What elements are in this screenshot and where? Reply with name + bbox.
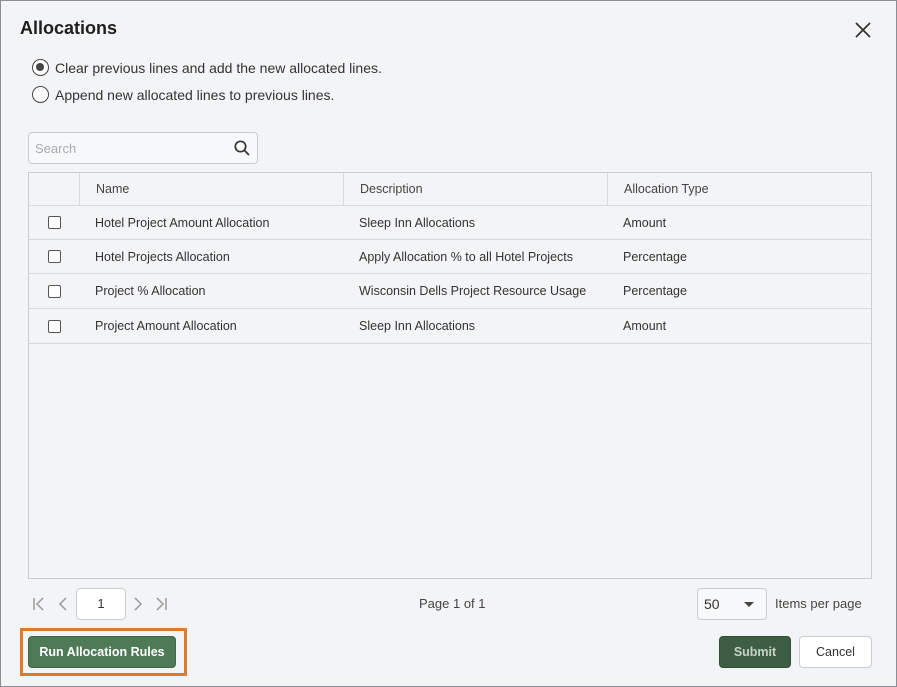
items-per-page-label: Items per page	[775, 596, 862, 611]
row-checkbox[interactable]	[47, 250, 61, 263]
table-row[interactable]: Project % Allocation Wisconsin Dells Pro…	[29, 274, 871, 309]
items-per-page-select[interactable]: 50	[697, 588, 767, 620]
row-allocation-type: Amount	[623, 319, 667, 333]
radio-option-append[interactable]: Append new allocated lines to previous l…	[32, 86, 334, 103]
row-name: Project % Allocation	[95, 284, 206, 298]
row-description: Wisconsin Dells Project Resource Usage	[359, 284, 587, 298]
radio-button-append[interactable]	[32, 86, 49, 103]
next-page-icon[interactable]	[129, 594, 147, 614]
close-icon[interactable]	[853, 20, 873, 40]
search-icon[interactable]	[233, 139, 251, 157]
row-checkbox[interactable]	[47, 284, 61, 298]
table-row[interactable]: Hotel Project Amount Allocation Sleep In…	[29, 206, 871, 240]
first-page-icon[interactable]	[30, 594, 48, 614]
table-row[interactable]: Project Amount Allocation Sleep Inn Allo…	[29, 309, 871, 344]
column-header-description[interactable]: Description	[343, 173, 607, 205]
row-checkbox[interactable]	[47, 216, 61, 229]
page-number-input[interactable]: 1	[76, 588, 126, 620]
radio-option-clear[interactable]: Clear previous lines and add the new all…	[32, 59, 382, 76]
pagination-bar: 1 Page 1 of 1 50 Items per page	[28, 588, 872, 620]
last-page-icon[interactable]	[152, 594, 170, 614]
row-name: Hotel Projects Allocation	[95, 249, 230, 264]
column-header-name[interactable]: Name	[79, 173, 343, 205]
table-header: Name Description Allocation Type	[29, 173, 871, 206]
row-description: Sleep Inn Allocations	[359, 215, 476, 230]
radio-button-clear[interactable]	[32, 59, 49, 76]
previous-page-icon[interactable]	[54, 594, 72, 614]
row-checkbox[interactable]	[47, 319, 61, 333]
row-description: Sleep Inn Allocations	[359, 319, 476, 333]
column-header-allocation-type[interactable]: Allocation Type	[607, 173, 871, 205]
radio-label-append: Append new allocated lines to previous l…	[55, 86, 335, 103]
allocations-table: Name Description Allocation Type Hotel P…	[28, 172, 872, 579]
row-allocation-type: Percentage	[623, 284, 687, 298]
items-per-page-value: 50	[704, 596, 720, 612]
allocations-dialog: Allocations Clear previous lines and add…	[0, 0, 897, 687]
search-input[interactable]	[29, 133, 224, 163]
row-name: Hotel Project Amount Allocation	[95, 215, 270, 230]
cancel-button[interactable]: Cancel	[799, 636, 872, 668]
radio-label-clear: Clear previous lines and add the new all…	[55, 59, 382, 76]
submit-button[interactable]: Submit	[719, 636, 791, 668]
row-name: Project Amount Allocation	[95, 319, 237, 333]
run-allocation-rules-button[interactable]: Run Allocation Rules	[28, 636, 176, 668]
table-row[interactable]: Hotel Projects Allocation Apply Allocati…	[29, 240, 871, 274]
row-allocation-type: Percentage	[623, 249, 687, 264]
header-select-cell	[29, 173, 79, 205]
row-description: Apply Allocation % to all Hotel Projects	[359, 249, 573, 264]
search-box	[28, 132, 258, 164]
dialog-title: Allocations	[20, 18, 118, 38]
page-info: Page 1 of 1	[419, 596, 486, 611]
row-allocation-type: Amount	[623, 215, 667, 230]
chevron-down-icon	[744, 602, 754, 607]
